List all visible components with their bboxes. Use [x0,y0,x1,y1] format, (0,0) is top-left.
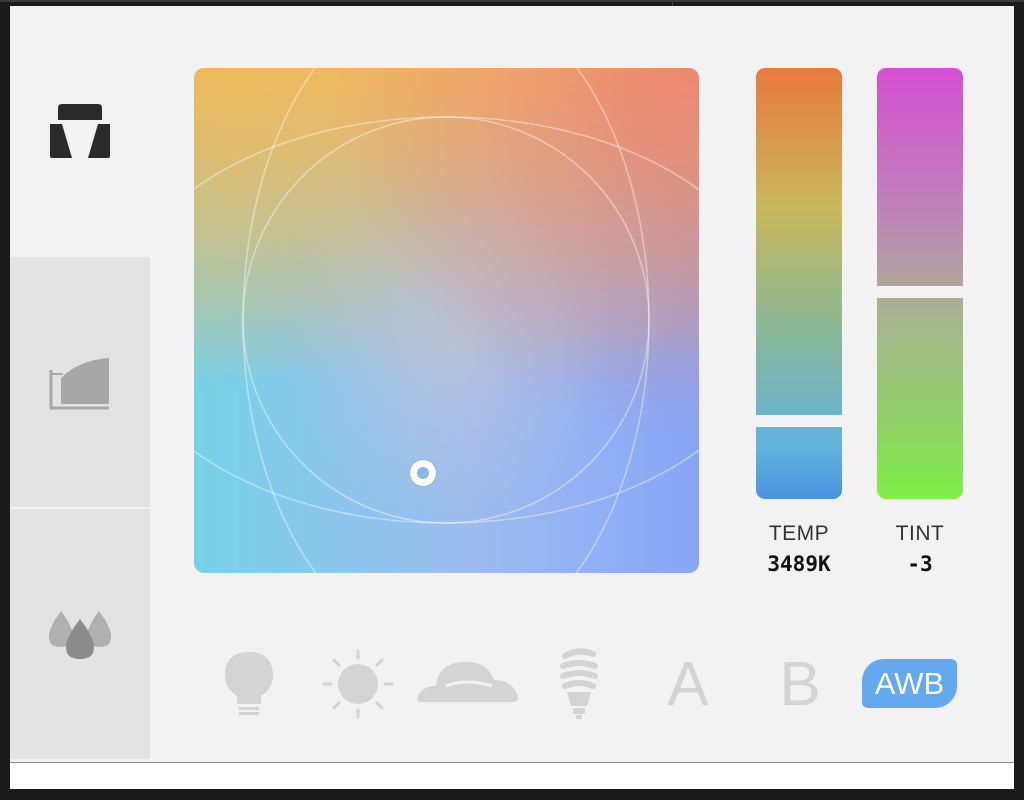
bottom-strip [10,762,1014,789]
temp-slider[interactable] [756,68,842,499]
preset-cloudy[interactable] [414,644,522,724]
awb-label: AWB [874,665,945,701]
tint-slider-handle[interactable] [877,286,963,298]
preset-a-label: A [667,649,709,719]
preset-custom-a[interactable]: A [658,644,718,724]
preset-fluorescent[interactable] [554,644,604,724]
temp-value: 3489K [767,552,831,576]
tint-label: TINT [895,522,945,545]
temp-label: TEMP [768,522,830,545]
color-wheel-pad[interactable] [194,68,699,573]
preset-custom-b[interactable]: B [770,644,830,724]
wheel-guide-circles [194,68,699,573]
tint-value: -3 [907,552,933,576]
curves-icon [49,358,109,410]
tab-white-balance[interactable] [10,6,150,256]
tab-color[interactable] [10,509,150,759]
awb-button[interactable]: AWB [862,659,957,708]
sidebar [10,6,150,762]
tab-curves[interactable] [10,257,150,507]
preset-incandescent[interactable] [214,644,284,724]
sun-icon [322,649,394,719]
lightbulb-icon [225,652,273,715]
temp-slider-handle[interactable] [756,415,842,427]
color-drops-icon [49,611,111,659]
preset-daylight[interactable] [320,644,396,724]
target-handle-icon[interactable] [410,460,436,486]
preset-b-label: B [779,649,821,719]
white-balance-panel: TEMP 3489K TINT -3 A B AWB [10,6,1014,762]
white-balance-icon [50,104,110,158]
tint-slider[interactable] [877,68,963,499]
cloud-icon [417,662,518,702]
cfl-bulb-icon [560,648,598,719]
